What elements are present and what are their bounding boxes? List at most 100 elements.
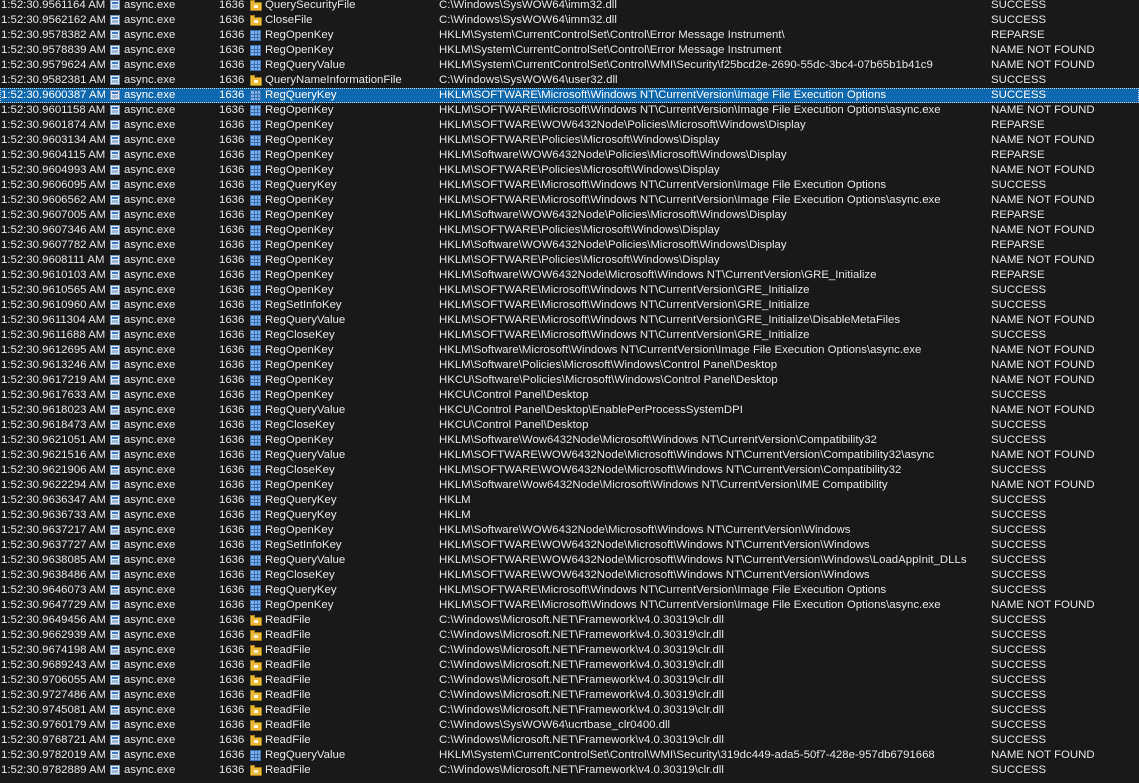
operation-cell: ReadFile <box>265 629 311 641</box>
event-row[interactable]: 1:52:30.9636733 AM async.exe 1636 RegQueryK… <box>0 508 1139 523</box>
application-icon <box>110 675 120 685</box>
event-row[interactable]: 1:52:30.9636347 AM async.exe 1636 RegQueryK… <box>0 493 1139 508</box>
operation-cell: ReadFile <box>265 674 311 686</box>
event-row[interactable]: 1:52:30.9607782 AM async.exe 1636 RegOpenKe… <box>0 238 1139 253</box>
result-cell: NAME NOT FOUND <box>991 404 1095 416</box>
event-row-selected[interactable]: 1:52:30.9600387 AM async.exe 1636 RegQueryK… <box>0 88 1139 103</box>
event-row[interactable]: 1:52:30.9611688 AM async.exe 1636 RegCloseK… <box>0 328 1139 343</box>
time-cell: 1:52:30.9782019 AM <box>1 749 105 761</box>
event-row[interactable]: 1:52:30.9604115 AM async.exe 1636 RegOpenKe… <box>0 148 1139 163</box>
result-cell: REPARSE <box>991 149 1045 161</box>
time-cell: 1:52:30.9637727 AM <box>1 539 105 551</box>
application-icon <box>110 600 120 610</box>
event-row[interactable]: 1:52:30.9782889 AM async.exe 1636 ReadFile C… <box>0 763 1139 778</box>
event-row[interactable]: 1:52:30.9637217 AM async.exe 1636 RegOpenKe… <box>0 523 1139 538</box>
process-name-cell: async.exe <box>124 359 176 371</box>
result-cell: NAME NOT FOUND <box>991 749 1095 761</box>
path-cell: HKLM\SOFTWARE\Policies\Microsoft\Windows… <box>439 224 720 236</box>
process-name-cell: async.exe <box>124 269 176 281</box>
event-row[interactable]: 1:52:30.9649456 AM async.exe 1636 ReadFile C… <box>0 613 1139 628</box>
event-row[interactable]: 1:52:30.9621906 AM async.exe 1636 RegCloseK… <box>0 463 1139 478</box>
event-row[interactable]: 1:52:30.9662939 AM async.exe 1636 ReadFile C… <box>0 628 1139 643</box>
path-cell: HKLM\System\CurrentControlSet\Control\Er… <box>439 29 785 41</box>
event-row[interactable]: 1:52:30.9622294 AM async.exe 1636 RegOpenKe… <box>0 478 1139 493</box>
time-cell: 1:52:30.9561164 AM <box>1 0 105 11</box>
application-icon <box>110 360 120 370</box>
result-cell: SUCCESS <box>991 74 1047 86</box>
result-cell: REPARSE <box>991 119 1045 131</box>
event-list[interactable]: 1:52:30.9561164 AM async.exe 1636 QuerySecu… <box>0 0 1139 783</box>
event-row[interactable]: 1:52:30.9601158 AM async.exe 1636 RegOpenKe… <box>0 103 1139 118</box>
event-row[interactable]: 1:52:30.9579624 AM async.exe 1636 RegQueryV… <box>0 58 1139 73</box>
event-row[interactable]: 1:52:30.9601874 AM async.exe 1636 RegOpenKe… <box>0 118 1139 133</box>
event-row[interactable]: 1:52:30.9760179 AM async.exe 1636 ReadFile C… <box>0 718 1139 733</box>
event-row[interactable]: 1:52:30.9578382 AM async.exe 1636 RegOpenKe… <box>0 28 1139 43</box>
event-row[interactable]: 1:52:30.9562162 AM async.exe 1636 CloseFile… <box>0 13 1139 28</box>
event-row[interactable]: 1:52:30.9610103 AM async.exe 1636 RegOpenKe… <box>0 268 1139 283</box>
event-row[interactable]: 1:52:30.9638486 AM async.exe 1636 RegCloseK… <box>0 568 1139 583</box>
event-row[interactable]: 1:52:30.9768721 AM async.exe 1636 ReadFile C… <box>0 733 1139 748</box>
event-row[interactable]: 1:52:30.9561164 AM async.exe 1636 QuerySecu… <box>0 0 1139 13</box>
event-row[interactable]: 1:52:30.9618023 AM async.exe 1636 RegQueryV… <box>0 403 1139 418</box>
time-cell: 1:52:30.9745081 AM <box>1 704 105 716</box>
process-icon-cell <box>108 433 122 448</box>
event-row[interactable]: 1:52:30.9621516 AM async.exe 1636 RegQueryV… <box>0 448 1139 463</box>
event-row[interactable]: 1:52:30.9617633 AM async.exe 1636 RegOpenKe… <box>0 388 1139 403</box>
path-cell: C:\Windows\SysWOW64\ucrtbase_clr0400.dll <box>439 719 671 731</box>
process-icon-cell <box>108 598 122 613</box>
operation-icon-cell <box>248 568 263 583</box>
process-name-cell: async.exe <box>124 224 176 236</box>
event-row[interactable]: 1:52:30.9603134 AM async.exe 1636 RegOpenKe… <box>0 133 1139 148</box>
event-row[interactable]: 1:52:30.9604993 AM async.exe 1636 RegOpenKe… <box>0 163 1139 178</box>
application-icon <box>110 240 120 250</box>
time-cell: 1:52:30.9562162 AM <box>1 14 105 26</box>
operation-icon-cell <box>248 613 263 628</box>
event-row[interactable]: 1:52:30.9606095 AM async.exe 1636 RegQueryK… <box>0 178 1139 193</box>
registry-icon <box>250 90 261 101</box>
event-row[interactable]: 1:52:30.9607346 AM async.exe 1636 RegOpenKe… <box>0 223 1139 238</box>
event-row[interactable]: 1:52:30.9613246 AM async.exe 1636 RegOpenKe… <box>0 358 1139 373</box>
operation-cell: CloseFile <box>265 14 313 26</box>
time-cell: 1:52:30.9621906 AM <box>1 464 105 476</box>
process-name-cell: async.exe <box>124 524 176 536</box>
event-row[interactable]: 1:52:30.9621051 AM async.exe 1636 RegOpenKe… <box>0 433 1139 448</box>
event-row[interactable]: 1:52:30.9706055 AM async.exe 1636 ReadFile C… <box>0 673 1139 688</box>
event-row[interactable]: 1:52:30.9612695 AM async.exe 1636 RegOpenKe… <box>0 343 1139 358</box>
time-cell: 1:52:30.9636733 AM <box>1 509 105 521</box>
event-row[interactable]: 1:52:30.9608111 AM async.exe 1636 RegOpenKe… <box>0 253 1139 268</box>
operation-cell: RegOpenKey <box>265 389 334 401</box>
event-row[interactable]: 1:52:30.9646073 AM async.exe 1636 RegQueryK… <box>0 583 1139 598</box>
event-row[interactable]: 1:52:30.9611304 AM async.exe 1636 RegQueryV… <box>0 313 1139 328</box>
process-icon-cell <box>108 13 122 28</box>
operation-icon-cell <box>248 313 263 328</box>
event-row[interactable]: 1:52:30.9745081 AM async.exe 1636 ReadFile C… <box>0 703 1139 718</box>
event-row[interactable]: 1:52:30.9618473 AM async.exe 1636 RegCloseK… <box>0 418 1139 433</box>
event-row[interactable]: 1:52:30.9617219 AM async.exe 1636 RegOpenKe… <box>0 373 1139 388</box>
event-row[interactable]: 1:52:30.9578839 AM async.exe 1636 RegOpenKe… <box>0 43 1139 58</box>
event-row[interactable]: 1:52:30.9637727 AM async.exe 1636 RegSetInf… <box>0 538 1139 553</box>
event-row[interactable]: 1:52:30.9607005 AM async.exe 1636 RegOpenKe… <box>0 208 1139 223</box>
event-row[interactable]: 1:52:30.9647729 AM async.exe 1636 RegOpenKe… <box>0 598 1139 613</box>
time-cell: 1:52:30.9610103 AM <box>1 269 105 281</box>
event-row[interactable]: 1:52:30.9582381 AM async.exe 1636 QueryName… <box>0 73 1139 88</box>
operation-icon-cell <box>248 658 263 673</box>
event-row[interactable]: 1:52:30.9638085 AM async.exe 1636 RegQueryV… <box>0 553 1139 568</box>
application-icon <box>110 480 120 490</box>
event-row[interactable]: 1:52:30.9606562 AM async.exe 1636 RegOpenKe… <box>0 193 1139 208</box>
event-row[interactable]: 1:52:30.9610960 AM async.exe 1636 RegSetInf… <box>0 298 1139 313</box>
application-icon <box>110 315 120 325</box>
time-cell: 1:52:30.9760179 AM <box>1 719 105 731</box>
registry-icon <box>250 300 261 311</box>
application-icon <box>110 705 120 715</box>
path-cell: C:\Windows\Microsoft.NET\Framework\v4.0.… <box>439 704 724 716</box>
time-cell: 1:52:30.9689243 AM <box>1 659 105 671</box>
event-row[interactable]: 1:52:30.9689243 AM async.exe 1636 ReadFile C… <box>0 658 1139 673</box>
event-row[interactable]: 1:52:30.9674198 AM async.exe 1636 ReadFile C… <box>0 643 1139 658</box>
process-name-cell: async.exe <box>124 74 176 86</box>
event-row[interactable]: 1:52:30.9782019 AM async.exe 1636 RegQueryV… <box>0 748 1139 763</box>
time-cell: 1:52:30.9617219 AM <box>1 374 105 386</box>
process-name-cell: async.exe <box>124 59 176 71</box>
operation-icon-cell <box>248 13 263 28</box>
event-row[interactable]: 1:52:30.9610565 AM async.exe 1636 RegOpenKe… <box>0 283 1139 298</box>
event-row[interactable]: 1:52:30.9727486 AM async.exe 1636 ReadFile C… <box>0 688 1139 703</box>
